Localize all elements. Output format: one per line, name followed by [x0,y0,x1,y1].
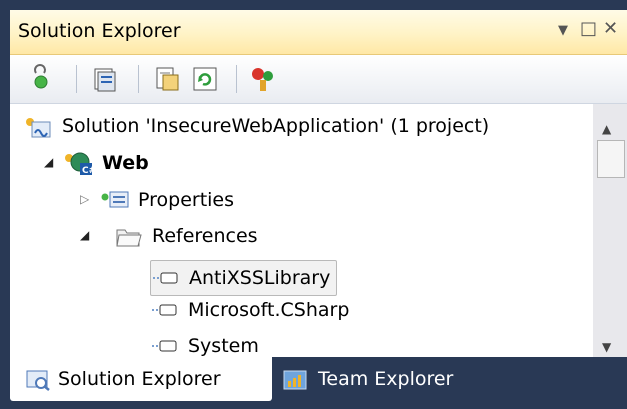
expand-arrow-icon[interactable]: ▷ [80,192,89,206]
tree-item-reference-microsoft-csharp[interactable]: Microsoft.CSharp [150,292,349,328]
tool-window-tabs: Solution Explorer Team Explorer [10,357,627,409]
reference-icon [153,272,178,284]
properties-button[interactable] [28,64,58,94]
window-title: Solution Explorer [18,20,181,42]
toolbar-separator [236,65,237,93]
reference-icon [152,340,177,352]
close-button[interactable]: ✕ [603,18,618,39]
show-all-files-button[interactable] [90,64,120,94]
scrollbar-thumb[interactable] [597,140,625,178]
class-diagram-icon [252,68,273,91]
properties-icon [34,64,48,89]
scroll-up-icon[interactable]: ▲ [602,122,611,136]
tab-team-explorer[interactable]: Team Explorer [276,357,476,401]
refresh-icon [193,67,217,91]
show-all-files-icon [94,68,116,92]
tab-label: Solution Explorer [58,368,221,390]
solution-tree: Solution 'InsecureWebApplication' (1 pro… [10,104,593,357]
collapse-arrow-icon[interactable]: ◢ [44,155,53,169]
tree-item-properties[interactable]: Properties [100,182,234,218]
collapse-arrow-icon[interactable]: ◢ [80,228,89,242]
tab-solution-explorer[interactable]: Solution Explorer [10,357,272,401]
references-label: References [152,225,258,247]
scroll-down-icon[interactable]: ▼ [602,340,611,354]
svg-text:C#: C# [82,166,94,176]
toolbar-separator [76,65,77,93]
reference-label: AntiXSSLibrary [189,267,331,289]
title-bar: Solution Explorer ▼ □ ✕ [10,10,627,55]
solution-icon [26,118,51,138]
reference-icon [152,304,177,316]
reference-label: System [188,335,259,357]
solution-label: Solution 'InsecureWebApplication' (1 pro… [62,115,490,137]
window-position-dropdown[interactable]: ▼ [558,23,568,38]
view-code-icon [156,67,179,91]
team-explorer-icon [283,370,307,390]
open-folder-icon [116,229,142,247]
tree-item-reference-antixsslibrary[interactable]: AntiXSSLibrary [150,260,338,296]
tree-item-references[interactable]: References [114,218,258,254]
maximize-button[interactable]: □ [580,18,597,39]
view-code-button[interactable] [152,64,182,94]
solution-explorer-icon [26,370,50,391]
properties-label: Properties [138,189,235,211]
csharp-web-project-icon: C# [65,152,94,176]
tree-item-web-project[interactable]: C# Web [64,145,149,181]
tab-label: Team Explorer [318,368,454,390]
refresh-button[interactable] [190,64,220,94]
properties-folder-icon [101,191,129,208]
solution-explorer-window: Solution Explorer ▼ □ ✕ Solution 'Insecu… [10,10,627,409]
reference-label: Microsoft.CSharp [188,299,350,321]
tree-item-solution[interactable]: Solution 'InsecureWebApplication' (1 pro… [24,108,489,144]
project-label: Web [102,152,149,174]
toolbar [10,55,627,104]
vertical-scrollbar[interactable]: ▲ ▼ [593,104,627,357]
class-diagram-button[interactable] [248,64,278,94]
toolbar-separator [138,65,139,93]
